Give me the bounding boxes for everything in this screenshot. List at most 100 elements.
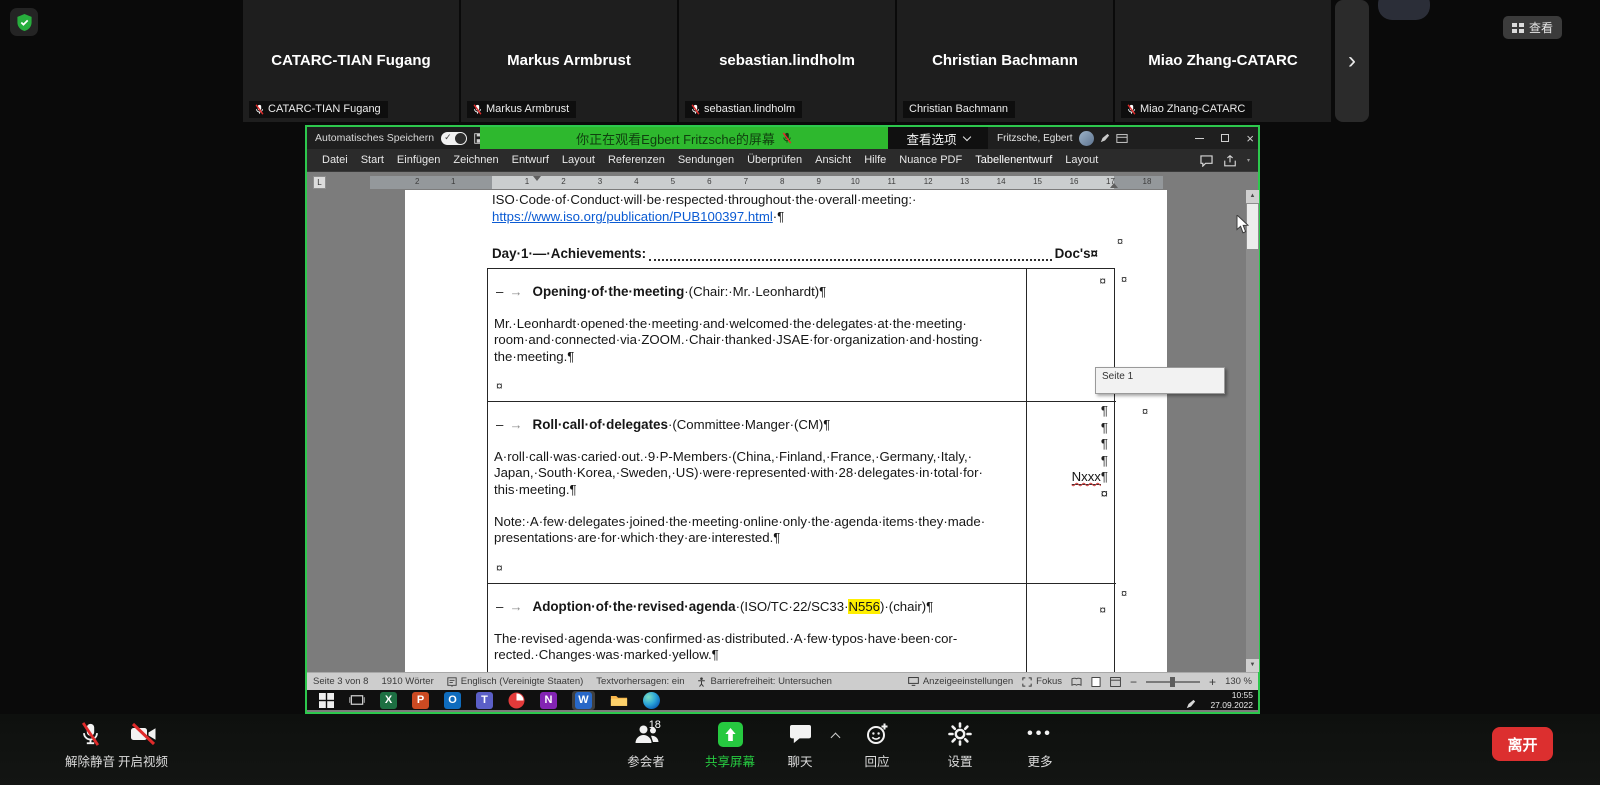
meeting-control-bar: 解除静音 开启视频 18 参会者 共享屏幕 [0, 714, 1600, 785]
participant-tile[interactable]: CATARC-TIAN Fugang CATARC-TIAN Fugang [243, 0, 459, 122]
tab-datei[interactable]: Datei [322, 154, 348, 166]
view-options-button[interactable]: 查看选项 [888, 127, 988, 149]
tab-layout-table[interactable]: Layout [1065, 154, 1098, 166]
participant-name-label: Miao Zhang-CATARC [1121, 101, 1252, 118]
taskbar-clock[interactable]: 10:55 27.09.2022 [1210, 691, 1253, 710]
red-app-icon[interactable] [508, 692, 525, 709]
autosave-label: Automatisches Speichern [315, 132, 434, 144]
status-page[interactable]: Seite 3 von 8 [313, 676, 368, 687]
focus-icon [1022, 677, 1032, 687]
view-layout-button[interactable]: 查看 [1503, 16, 1562, 39]
restore-icon[interactable] [1221, 134, 1229, 142]
zoom-slider[interactable] [1146, 681, 1200, 683]
horizontal-ruler[interactable]: 2 1 123456789101112131415161718 [370, 176, 1163, 189]
status-display-settings[interactable]: Anzeigeeinstellungen [908, 676, 1013, 687]
settings-button[interactable]: 设置 [925, 720, 995, 778]
iso-code-of-conduct-link[interactable]: https://www.iso.org/publication/PUB10039… [492, 209, 773, 224]
participant-name: sebastian.lindholm [679, 52, 895, 69]
minimize-icon[interactable] [1195, 138, 1204, 139]
reaction-bubble [1378, 0, 1430, 20]
participant-tile[interactable]: Miao Zhang-CATARC Miao Zhang-CATARC [1115, 0, 1331, 122]
tab-mark: → [503, 417, 532, 432]
ribbon-display-options-icon[interactable] [1116, 134, 1128, 143]
grid-view-icon [1512, 23, 1524, 33]
doc-heading-right: Doc's¤ [1055, 246, 1098, 261]
comments-icon[interactable] [1200, 155, 1213, 167]
participant-tile[interactable]: sebastian.lindholm sebastian.lindholm [679, 0, 895, 122]
tab-start[interactable]: Start [361, 154, 384, 166]
more-dots-icon: ••• [1027, 720, 1053, 748]
tab-tabellenentwurf[interactable]: Tabellenentwurf [975, 154, 1052, 166]
chat-options-chevron-icon[interactable] [831, 733, 841, 743]
word-taskbar-active[interactable]: W [572, 691, 595, 710]
status-words[interactable]: 1910 Wörter [381, 676, 433, 687]
read-mode-icon[interactable] [1071, 677, 1082, 687]
tab-sendungen[interactable]: Sendungen [678, 154, 734, 166]
tab-einfuegen[interactable]: Einfügen [397, 154, 440, 166]
share-screen-button[interactable]: 共享屏幕 [687, 720, 773, 778]
start-button-icon[interactable] [319, 693, 334, 708]
participant-name: CATARC-TIAN Fugang [243, 52, 459, 69]
scroll-down-icon[interactable]: ▼ [1246, 659, 1259, 672]
participant-tile[interactable]: Markus Armbrust Markus Armbrust [461, 0, 677, 122]
close-icon[interactable]: × [1246, 131, 1254, 146]
tab-stop-selector[interactable]: L [313, 176, 326, 189]
reactions-icon [865, 720, 889, 748]
reactions-button[interactable]: 回应 [842, 720, 912, 778]
status-accessibility[interactable]: Barrierefreiheit: Untersuchen [697, 676, 831, 687]
zoom-level[interactable]: 130 % [1225, 676, 1252, 687]
leave-meeting-button[interactable]: 离开 [1492, 727, 1553, 761]
tab-ueberpruefen[interactable]: Überprüfen [747, 154, 802, 166]
tab-hilfe[interactable]: Hilfe [864, 154, 886, 166]
agenda-item-title: –→Opening·of·the·meeting·(Chair:·Mr.·Leo… [496, 284, 826, 299]
document-page[interactable]: ISO·Code·of·Conduct·will·be·respected·th… [405, 190, 1167, 672]
tab-ansicht[interactable]: Ansicht [815, 154, 851, 166]
tab-mark: → [503, 599, 532, 614]
meeting-security-icon[interactable] [10, 8, 38, 36]
status-predictions[interactable]: Textvorhersagen: ein [596, 676, 684, 687]
presenter-account[interactable]: Fritzsche, Egbert [997, 127, 1128, 149]
highlighted-doc-number: N556 [848, 599, 880, 614]
autosave-toggle[interactable] [441, 132, 467, 145]
powerpoint-icon[interactable]: P [412, 692, 429, 709]
participants-button[interactable]: 18 参会者 [598, 720, 694, 778]
file-explorer-icon[interactable] [610, 693, 628, 708]
presenter-avatar [1079, 131, 1094, 146]
teams-icon[interactable]: T [476, 692, 493, 709]
participant-tile[interactable]: Christian Bachmann Christian Bachmann [897, 0, 1113, 122]
web-layout-icon[interactable] [1110, 677, 1121, 687]
task-view-icon[interactable] [349, 693, 365, 707]
zoom-in-icon[interactable]: + [1209, 675, 1216, 689]
vertical-scrollbar[interactable]: ▲ ▼ [1246, 190, 1259, 672]
status-proofing[interactable]: Englisch (Vereinigte Staaten) [447, 676, 584, 687]
chevron-down-icon[interactable]: ▾ [1247, 157, 1250, 164]
excel-icon[interactable]: X [380, 692, 397, 709]
chat-button[interactable]: 聊天 [765, 720, 835, 778]
onenote-icon[interactable]: N [540, 692, 557, 709]
tab-layout[interactable]: Layout [562, 154, 595, 166]
tab-entwurf[interactable]: Entwurf [512, 154, 549, 166]
pen-icon[interactable] [1100, 133, 1110, 143]
status-focus[interactable]: Fokus [1022, 676, 1062, 687]
tab-nuance-pdf[interactable]: Nuance PDF [899, 154, 962, 166]
tab-zeichnen[interactable]: Zeichnen [453, 154, 498, 166]
zoom-out-icon[interactable]: − [1130, 675, 1137, 689]
more-button[interactable]: ••• 更多 [1005, 720, 1075, 778]
print-layout-icon[interactable] [1091, 677, 1101, 687]
shared-screen-frame: Automatisches Speichern ↺▾ ↻ ▾ 你正在观看Egbe… [305, 125, 1260, 714]
tab-mark: → [503, 284, 532, 299]
share-icon[interactable] [1223, 155, 1237, 167]
first-line-indent-marker[interactable] [533, 176, 541, 181]
muted-mic-icon [81, 720, 100, 748]
word-title-bar: Automatisches Speichern ↺▾ ↻ ▾ 你正在观看Egbe… [307, 127, 1258, 149]
right-indent-marker[interactable] [1110, 183, 1118, 188]
doc-heading: Day·1·—·Achievements: [492, 246, 646, 261]
edge-icon[interactable] [643, 692, 660, 709]
scroll-up-icon[interactable]: ▲ [1246, 190, 1259, 203]
share-screen-icon [718, 722, 743, 747]
gallery-next-button[interactable]: › [1335, 0, 1369, 122]
muted-mic-icon [782, 132, 792, 144]
start-video-button[interactable]: 开启视频 [98, 720, 188, 778]
outlook-icon[interactable]: O [444, 692, 461, 709]
tab-referenzen[interactable]: Referenzen [608, 154, 665, 166]
